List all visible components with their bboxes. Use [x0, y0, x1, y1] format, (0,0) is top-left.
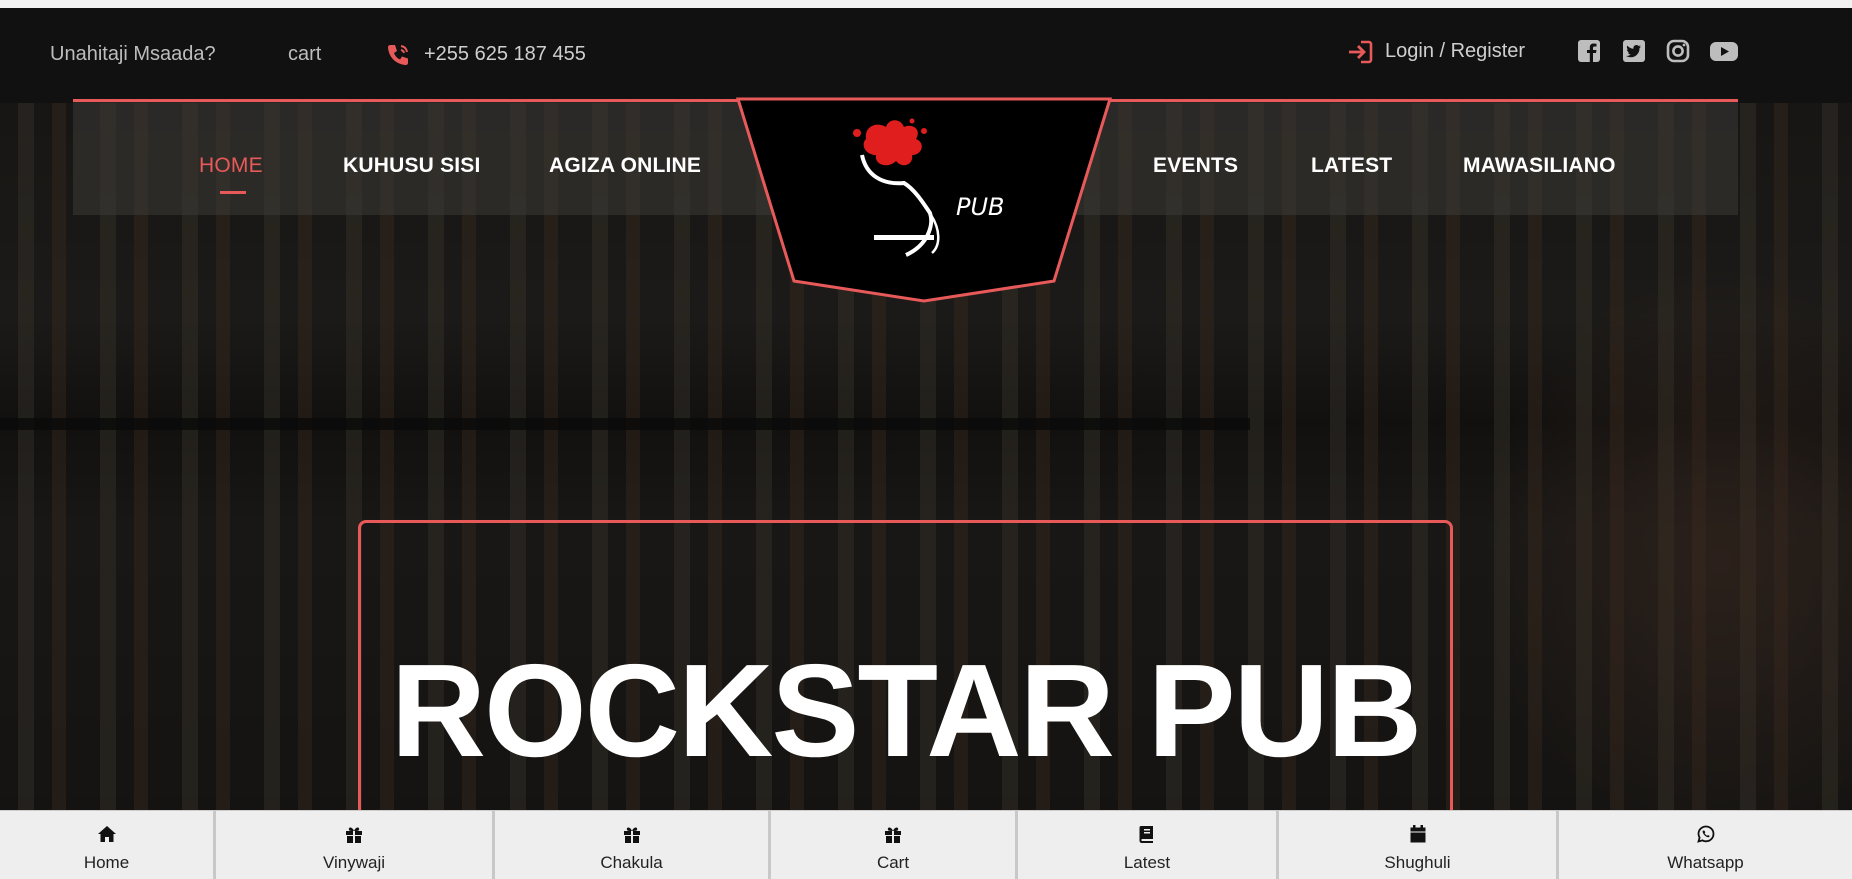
home-icon — [97, 826, 116, 842]
bottom-nav-label: Cart — [876, 853, 910, 872]
login-register-link[interactable]: Login / Register — [1385, 40, 1525, 63]
nav-kuhusu-sisi[interactable]: KUHUSU SISI — [343, 154, 481, 178]
bottom-nav-latest[interactable]: Latest — [1018, 811, 1279, 879]
nav-latest[interactable]: LATEST — [1311, 154, 1392, 178]
pub-logo[interactable]: PUB — [735, 97, 1113, 305]
bottom-nav-label: Whatsapp — [1667, 853, 1744, 872]
whatsapp-icon — [1696, 825, 1714, 843]
bottom-nav-chakula[interactable]: Chakula — [495, 811, 771, 879]
hero-title-box: ROCKSTAR PUB — [358, 520, 1453, 830]
sign-in-icon — [1349, 40, 1373, 64]
nav-home[interactable]: HOME — [199, 154, 263, 178]
bottom-nav-label: Home — [83, 853, 130, 872]
shelf-divider — [0, 418, 1250, 430]
bottom-nav-label: Shughuli — [1384, 853, 1451, 872]
book-icon — [1139, 826, 1153, 843]
bottom-nav-home[interactable]: Home — [0, 811, 216, 879]
instagram-icon[interactable] — [1665, 38, 1691, 64]
cart-link[interactable]: cart — [288, 43, 321, 66]
top-strip — [0, 0, 1852, 8]
nav-agiza-online[interactable]: AGIZA ONLINE — [549, 154, 701, 178]
bottom-nav-whatsapp[interactable]: Whatsapp — [1559, 811, 1852, 879]
gift-icon — [623, 827, 640, 843]
logo-text: PUB — [956, 193, 1005, 221]
nav-events[interactable]: EVENTS — [1153, 154, 1238, 178]
bottom-nav-label: Chakula — [600, 853, 663, 872]
facebook-icon[interactable] — [1576, 38, 1602, 64]
bottom-nav-label: Latest — [1123, 853, 1171, 872]
bottom-nav-label: Vinywaji — [322, 853, 386, 872]
gift-icon — [885, 827, 901, 843]
logo-emblem: PUB — [735, 97, 1113, 303]
phone-number[interactable]: +255 625 187 455 — [424, 43, 586, 66]
gift-icon — [346, 827, 362, 843]
bottom-nav-shughuli[interactable]: Shughuli — [1279, 811, 1559, 879]
phone-icon — [388, 45, 408, 65]
bottom-nav-cart[interactable]: Cart — [771, 811, 1018, 879]
top-bar: Unahitaji Msaada? cart +255 625 187 455 … — [0, 8, 1852, 103]
nav-mawasiliano[interactable]: MAWASILIANO — [1463, 154, 1616, 178]
youtube-icon[interactable] — [1709, 38, 1739, 64]
hero-title: ROCKSTAR PUB — [390, 637, 1423, 784]
active-nav-indicator — [220, 191, 246, 194]
help-link[interactable]: Unahitaji Msaada? — [50, 43, 216, 66]
calendar-icon — [1410, 825, 1425, 843]
bottom-nav-vinywaji[interactable]: Vinywaji — [216, 811, 495, 879]
bottom-navigation: Home Vinywaji Chakula Cart Latest Shughu… — [0, 810, 1852, 879]
twitter-icon[interactable] — [1621, 38, 1647, 64]
